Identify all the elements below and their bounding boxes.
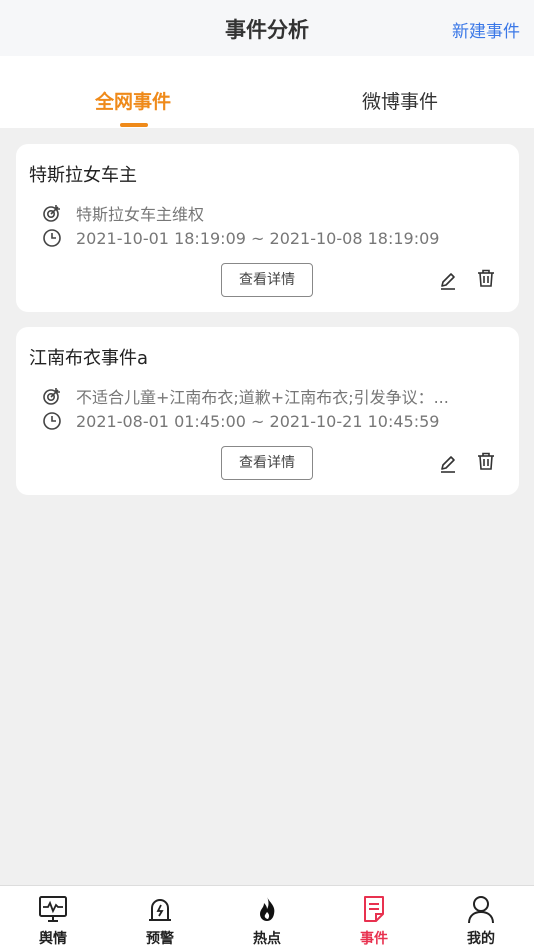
nav-label: 预警 xyxy=(146,931,174,947)
tab-all-network[interactable]: 全网事件 xyxy=(33,87,233,114)
nav-item-mine[interactable]: 我的 xyxy=(436,894,526,948)
target-icon xyxy=(43,205,60,222)
edit-icon[interactable] xyxy=(438,271,458,291)
event-time-row: 2021-10-01 18:19:09 ~ 2021-10-08 18:19:0… xyxy=(42,228,439,248)
event-time-range: 2021-10-01 18:19:09 ~ 2021-10-08 18:19:0… xyxy=(76,228,440,248)
clock-icon xyxy=(43,229,61,247)
new-event-button[interactable]: 新建事件 xyxy=(452,17,520,42)
clock-icon xyxy=(43,412,61,430)
active-tab-indicator xyxy=(120,123,148,127)
monitor-icon xyxy=(39,896,67,922)
event-keywords: 特斯拉女车主维权 xyxy=(76,205,205,224)
user-icon xyxy=(468,896,494,924)
nav-item-sentiment[interactable]: 舆情 xyxy=(8,894,98,948)
event-keywords-row: 特斯拉女车主维权 xyxy=(42,201,204,225)
nav-label: 事件 xyxy=(360,931,388,947)
event-keywords-row: 不适合儿童+江南布衣;道歉+江南布衣;引发争议：... xyxy=(42,384,482,408)
event-icon xyxy=(364,896,384,922)
alarm-icon xyxy=(149,899,171,921)
nav-item-hotspot[interactable]: 热点 xyxy=(222,894,312,948)
nav-item-event[interactable]: 事件 xyxy=(329,894,419,948)
event-keywords: 不适合儿童+江南布衣;道歉+江南布衣;引发争议：... xyxy=(76,388,449,407)
edit-icon[interactable] xyxy=(438,454,458,474)
tab-weibo[interactable]: 微博事件 xyxy=(300,87,500,114)
nav-label: 我的 xyxy=(467,931,495,947)
event-time-row: 2021-08-01 01:45:00 ~ 2021-10-21 10:45:5… xyxy=(42,411,439,431)
event-name: 特斯拉女车主 xyxy=(29,165,137,186)
event-name: 江南布衣事件a xyxy=(29,348,149,369)
target-icon xyxy=(43,388,60,405)
bottom-nav: 舆情 预警 热点 事件 我的 xyxy=(0,885,534,951)
fire-icon xyxy=(260,897,275,921)
tab-bar: 全网事件 微博事件 xyxy=(0,56,534,128)
event-time-range: 2021-08-01 01:45:00 ~ 2021-10-21 10:45:5… xyxy=(76,411,440,431)
nav-item-alert[interactable]: 预警 xyxy=(115,894,205,948)
nav-label: 舆情 xyxy=(39,931,67,947)
delete-icon[interactable] xyxy=(476,268,496,288)
nav-label: 热点 xyxy=(253,931,281,947)
event-card: 江南布衣事件a 不适合儿童+江南布衣;道歉+江南布衣;引发争议：... 2021… xyxy=(16,327,519,495)
view-details-button[interactable]: 查看详情 xyxy=(221,263,313,297)
top-bar: 事件分析 新建事件 xyxy=(0,0,534,56)
event-card: 特斯拉女车主 特斯拉女车主维权 2021-10-01 18:19:09 ~ 20… xyxy=(16,144,519,312)
delete-icon[interactable] xyxy=(476,451,496,471)
view-details-button[interactable]: 查看详情 xyxy=(221,446,313,480)
